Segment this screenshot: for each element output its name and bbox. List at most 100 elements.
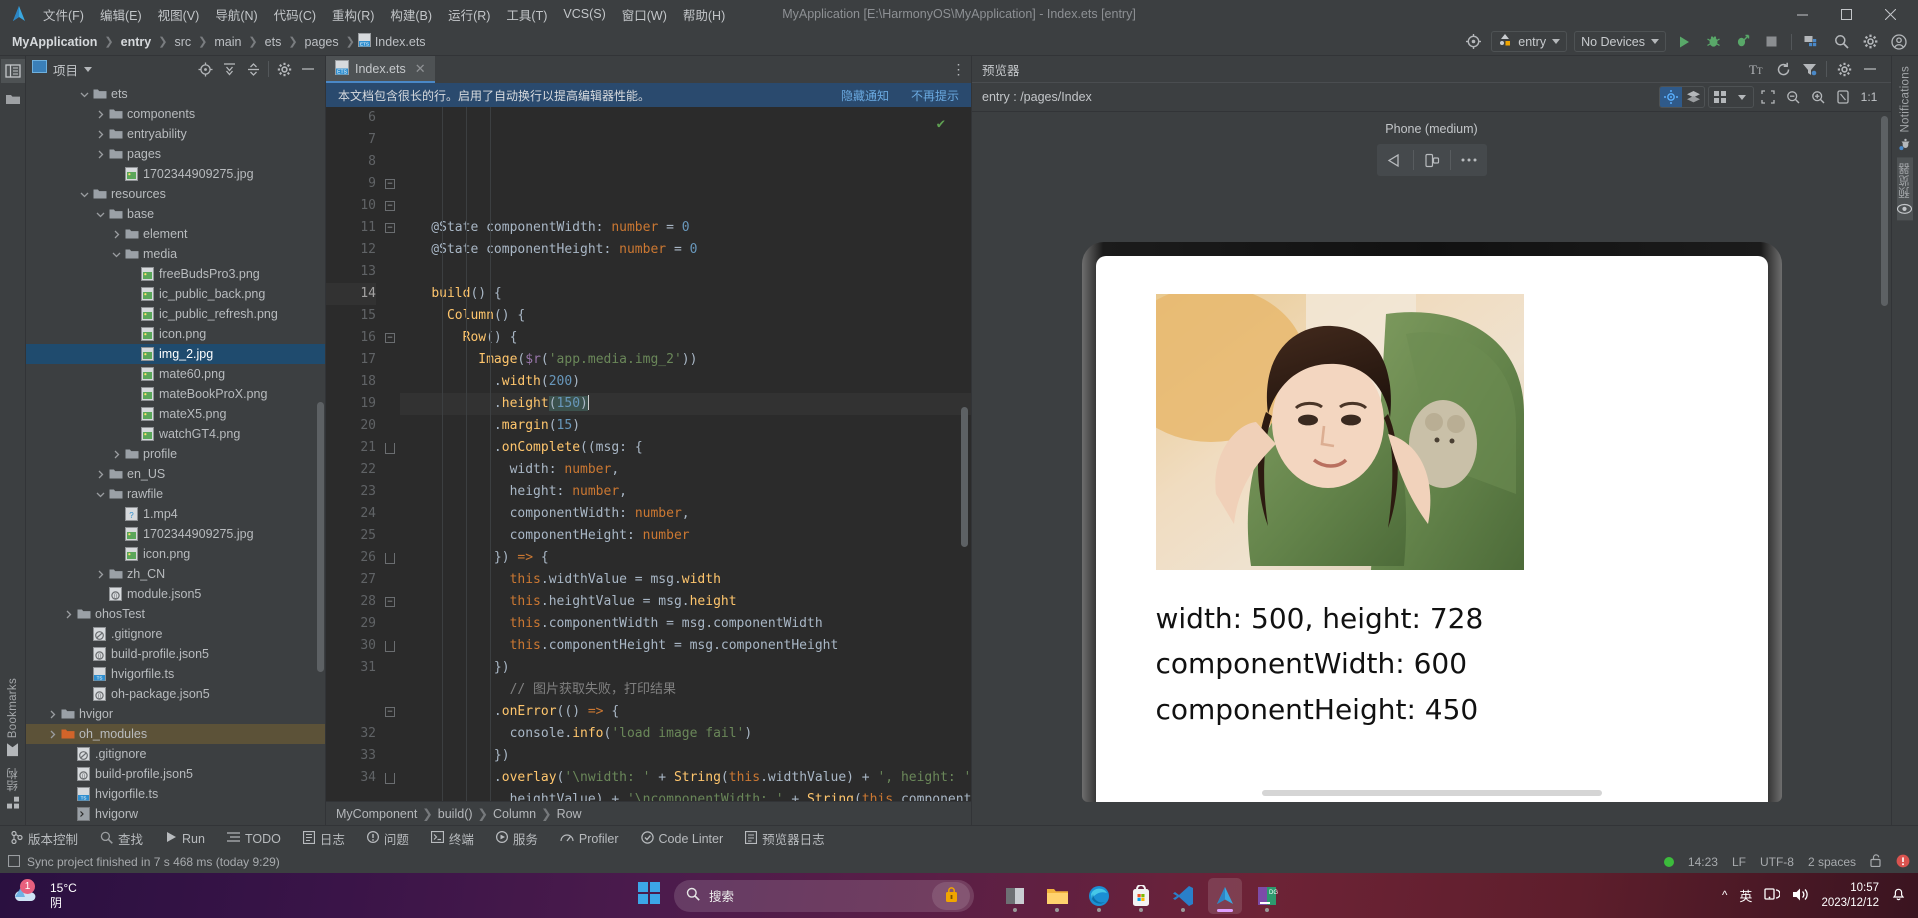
sdk-icon[interactable] <box>1462 31 1484 52</box>
chevron-right-icon[interactable] <box>94 570 107 579</box>
maximize-button[interactable] <box>1824 0 1868 28</box>
tree-scrollbar[interactable] <box>317 402 324 672</box>
code-line[interactable]: console.info('load image fail') <box>400 723 971 745</box>
menu-refactor[interactable]: 重构(R) <box>325 2 381 27</box>
back-icon[interactable] <box>1377 144 1413 176</box>
network-icon[interactable] <box>1764 887 1782 905</box>
code-line[interactable]: this.heightValue = msg.height <box>400 591 971 613</box>
chevron-right-icon[interactable] <box>110 230 123 239</box>
editor-scrollbar[interactable] <box>961 407 968 547</box>
chevron-down-icon[interactable] <box>110 250 123 259</box>
tree-row[interactable]: ets <box>26 84 325 104</box>
more-icon[interactable] <box>1451 144 1487 176</box>
menu-navigate[interactable]: 导航(N) <box>208 2 264 27</box>
tree-row[interactable]: resources <box>26 184 325 204</box>
menu-build[interactable]: 构建(B) <box>383 2 439 27</box>
breadcrumb-item-src[interactable]: src <box>170 34 195 50</box>
tree-row[interactable]: watchGT4.png <box>26 424 325 444</box>
tree-row[interactable]: {} build-profile.json5 <box>26 764 325 784</box>
tree-row[interactable]: ic_public_refresh.png <box>26 304 325 324</box>
copilot-icon[interactable] <box>932 881 970 910</box>
fold-collapse-icon[interactable]: − <box>385 179 395 189</box>
tool-window-project-icon[interactable] <box>0 59 25 83</box>
code-line[interactable]: @State componentHeight: number = 0 <box>400 239 971 261</box>
chevron-down-icon[interactable] <box>84 66 93 72</box>
stop-button[interactable] <box>1760 31 1782 52</box>
volume-icon[interactable] <box>1792 887 1809 905</box>
chevron-right-icon[interactable] <box>110 450 123 459</box>
refresh-icon[interactable] <box>1772 59 1794 80</box>
zoom-in-icon[interactable] <box>1807 87 1829 108</box>
multi-device-icon[interactable] <box>1709 87 1731 107</box>
previewer-settings-icon[interactable] <box>1833 59 1855 80</box>
expand-all-button[interactable] <box>218 59 240 80</box>
inspector-icon[interactable] <box>1660 87 1682 107</box>
filter-icon[interactable] <box>1798 59 1820 80</box>
breadcrumb-item-project[interactable]: MyApplication <box>8 34 101 50</box>
error-icon[interactable] <box>1896 854 1910 871</box>
menu-view[interactable]: 视图(V) <box>151 2 207 27</box>
breadcrumb-item-file[interactable]: ETS Index.ets <box>357 33 426 50</box>
previewer-scrollbar[interactable] <box>1881 116 1888 306</box>
structure-crumb-row[interactable]: Row <box>557 807 582 821</box>
tray-expand-icon[interactable]: ^ <box>1722 890 1727 902</box>
code-line[interactable]: this.widthValue = msg.width <box>400 569 971 591</box>
account-button[interactable] <box>1888 31 1910 52</box>
code-line[interactable]: .width(200) <box>400 371 971 393</box>
font-size-icon[interactable]: TT <box>1746 59 1768 80</box>
tool-window-bookmarks[interactable]: Bookmarks <box>7 672 19 762</box>
layers-icon[interactable] <box>1682 87 1704 107</box>
chevron-down-icon[interactable] <box>94 210 107 219</box>
device-screen[interactable]: width: 500, height: 728 componentWidth: … <box>1095 256 1768 802</box>
fold-end-icon[interactable] <box>385 443 395 454</box>
taskbar-app-deveco-studio[interactable] <box>1208 877 1242 914</box>
tree-row[interactable]: base <box>26 204 325 224</box>
hide-notification-link[interactable]: 隐藏通知 <box>841 87 889 104</box>
tree-row[interactable]: profile <box>26 444 325 464</box>
tree-row[interactable]: icon.png <box>26 324 325 344</box>
menu-run[interactable]: 运行(R) <box>441 2 497 27</box>
settings-button[interactable] <box>1859 31 1881 52</box>
code-editor[interactable]: 6 7 8 9 10 11 12 13 14 15 16 17 18 19 20 21 22 23 24 25 26 27… <box>326 107 971 801</box>
hide-panel-button[interactable] <box>297 59 319 80</box>
tree-row[interactable]: .gitignore <box>26 744 325 764</box>
tree-row[interactable]: mateX5.png <box>26 404 325 424</box>
menu-vcs[interactable]: VCS(S) <box>556 4 612 24</box>
bottom-tool-problems[interactable]: 问题 <box>364 827 412 850</box>
code-line[interactable]: @State componentWidth: number = 0 <box>400 217 971 239</box>
code-line[interactable]: componentWidth: number, <box>400 503 971 525</box>
notification-bell-icon[interactable] <box>1891 886 1906 905</box>
code-line[interactable]: }) => { <box>400 547 971 569</box>
fold-collapse-icon[interactable]: − <box>385 707 395 717</box>
tree-row[interactable]: oh_modules <box>26 724 325 744</box>
chevron-down-icon[interactable] <box>1731 87 1753 107</box>
code-line[interactable]: .onError(() => { <box>400 701 971 723</box>
chevron-down-icon[interactable] <box>78 190 91 199</box>
bottom-tool-log[interactable]: 日志 <box>300 827 348 850</box>
cursor-position[interactable]: 14:23 <box>1688 855 1718 869</box>
menu-edit[interactable]: 编辑(E) <box>93 2 149 27</box>
device-manager-button[interactable] <box>1801 31 1823 52</box>
tree-row[interactable]: 1702344909275.jpg <box>26 524 325 544</box>
editor-tab-index-ets[interactable]: ETS Index.ets ✕ <box>326 56 435 83</box>
tree-row[interactable]: rawfile <box>26 484 325 504</box>
fold-collapse-icon[interactable]: − <box>385 597 395 607</box>
structure-crumb-build[interactable]: build() <box>438 807 473 821</box>
tree-row[interactable]: media <box>26 244 325 264</box>
actual-size-button[interactable]: 1:1 <box>1857 87 1881 108</box>
breadcrumb-item-entry[interactable]: entry <box>117 34 156 50</box>
fold-collapse-icon[interactable]: − <box>385 201 395 211</box>
project-tree[interactable]: ets components entryability pages 1702344909… <box>26 82 325 825</box>
tree-row[interactable]: mate60.png <box>26 364 325 384</box>
chevron-right-icon[interactable] <box>46 710 59 719</box>
breadcrumb-item-pages[interactable]: pages <box>301 34 343 50</box>
tree-row[interactable]: zh_CN <box>26 564 325 584</box>
tree-row[interactable]: hvigorw <box>26 804 325 824</box>
close-icon[interactable]: ✕ <box>415 61 426 77</box>
fold-collapse-icon[interactable]: − <box>385 333 395 343</box>
menu-code[interactable]: 代码(C) <box>267 2 323 27</box>
previewer-canvas[interactable]: Phone (medium) width: 500, height: 728 c… <box>972 112 1891 825</box>
code-line[interactable]: width: number, <box>400 459 971 481</box>
code-line[interactable]: Image($r('app.media.img_2')) <box>400 349 971 371</box>
fold-end-icon[interactable] <box>385 553 395 564</box>
